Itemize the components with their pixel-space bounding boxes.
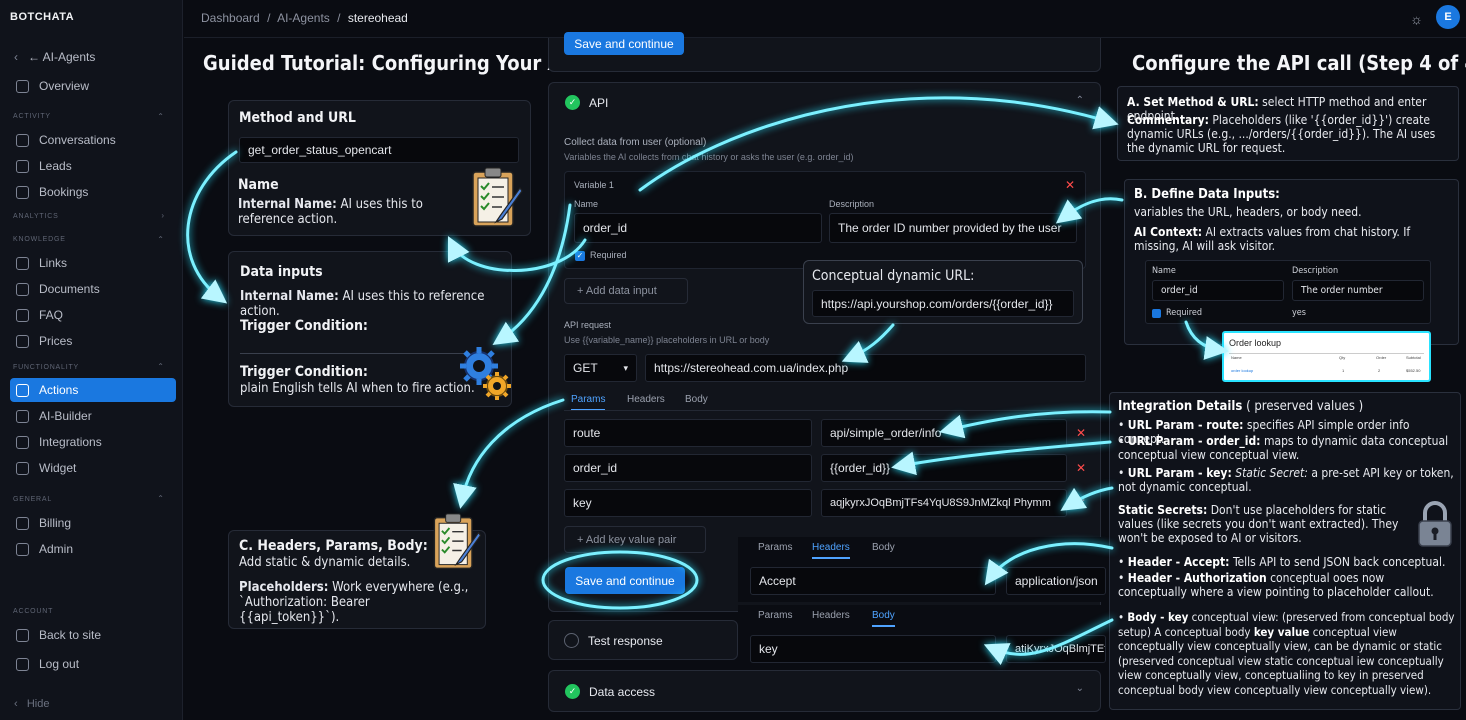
arrow-to-key xyxy=(1060,486,1114,511)
arrow-to-route xyxy=(939,410,1112,439)
arrow-form-to-trigger xyxy=(492,203,572,345)
arrow-to-order-lookup xyxy=(1184,320,1229,360)
arrow-to-order-id xyxy=(891,440,1112,476)
arrow-to-hpb-card xyxy=(453,398,565,509)
arrow-to-url xyxy=(841,323,895,363)
arrow-name-to-data xyxy=(186,150,238,304)
arrow-to-annotation-a xyxy=(638,96,1119,192)
tutorial-arrows xyxy=(186,96,1229,666)
save-button-highlight xyxy=(541,550,699,610)
arrow-variable-to-card xyxy=(447,235,587,272)
arrow-to-description xyxy=(1055,197,1124,224)
arrow-to-accept xyxy=(984,542,1114,586)
arrow-to-body-key xyxy=(983,618,1114,666)
